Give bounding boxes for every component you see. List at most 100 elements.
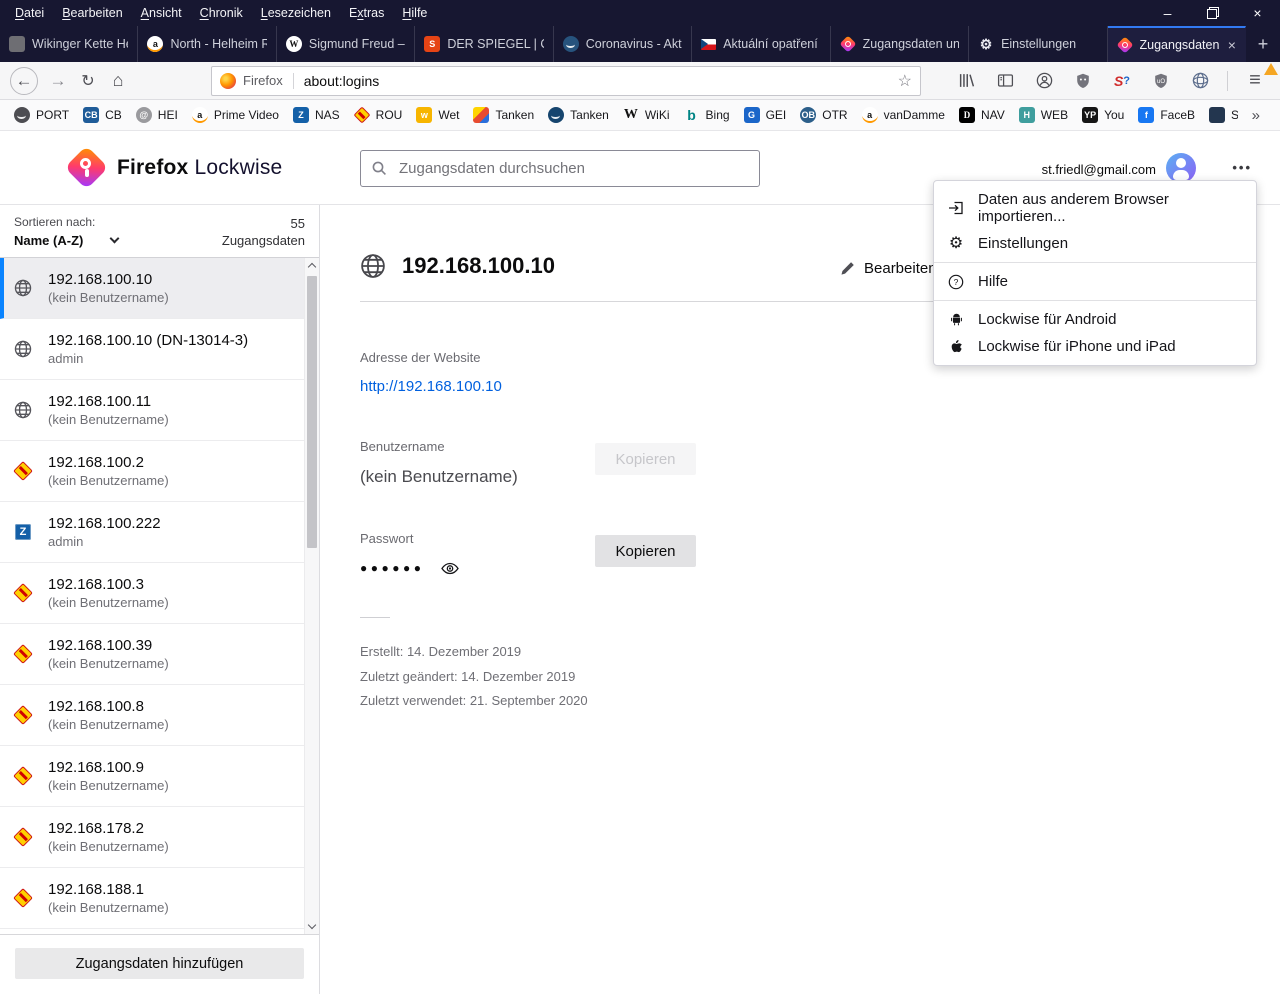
close-button[interactable]: ×: [1235, 0, 1280, 26]
login-list-item[interactable]: 192.168.100.9(kein Benutzername): [0, 746, 319, 807]
search-engine-chip: Firefox: [220, 73, 283, 89]
home-button[interactable]: [103, 66, 133, 96]
scrollbar[interactable]: [304, 258, 319, 934]
menubar-item[interactable]: Ansicht: [132, 5, 191, 21]
menubar-item[interactable]: Bearbeiten: [53, 5, 131, 21]
menubar-item[interactable]: Hilfe: [393, 5, 436, 21]
fritz-icon: [14, 462, 32, 480]
back-button[interactable]: [10, 67, 38, 95]
bookmark-item[interactable]: YPYou: [1076, 105, 1130, 125]
bookmark-item[interactable]: fFaceB: [1132, 105, 1201, 125]
scrollbar-thumb[interactable]: [307, 276, 317, 548]
sidebar-toggle-icon[interactable]: [990, 66, 1020, 96]
bookmark-item[interactable]: ZNAS: [287, 105, 346, 125]
browser-tab[interactable]: Wikinger Kette He: [0, 26, 138, 62]
menubar-item[interactable]: Lesezeichen: [252, 5, 340, 21]
menu-item[interactable]: Lockwise für Android: [934, 306, 1256, 333]
tab-bar: Wikinger Kette HeaNorth - Helheim RWSigm…: [0, 26, 1280, 62]
menubar-item[interactable]: Datei: [6, 5, 53, 21]
login-list-item[interactable]: 192.168.100.11(kein Benutzername): [0, 380, 319, 441]
browser-tab[interactable]: ⚙Einstellungen: [969, 26, 1107, 62]
menu-item[interactable]: ⚙Einstellungen: [934, 230, 1256, 257]
login-list-item[interactable]: 192.168.100.10 (DN-13014-3)admin: [0, 319, 319, 380]
bookmark-item[interactable]: OBOTR: [794, 105, 853, 125]
bookmark-item[interactable]: Samy: [1203, 105, 1238, 125]
bookmark-item[interactable]: avanDamme: [856, 105, 951, 125]
copy-username-button[interactable]: Kopieren: [595, 443, 696, 475]
library-icon[interactable]: [951, 66, 981, 96]
menu-separator: [934, 262, 1256, 263]
shield-extension-icon[interactable]: [1068, 66, 1098, 96]
bookmark-label: OTR: [822, 108, 847, 122]
bookmark-label: Tanken: [570, 108, 609, 122]
login-list-item[interactable]: 192.168.188.1(kein Benutzername): [0, 868, 319, 929]
more-options-button[interactable]: •••: [1232, 160, 1252, 175]
forward-button[interactable]: [43, 66, 73, 96]
menubar-item[interactable]: Extras: [340, 5, 393, 21]
login-list-item[interactable]: Z192.168.100.222admin: [0, 502, 319, 563]
browser-tab[interactable]: Zugangsdaten und: [831, 26, 969, 62]
new-tab-button[interactable]: +: [1246, 26, 1280, 62]
scroll-down-icon[interactable]: [308, 921, 316, 929]
s-extension-icon[interactable]: S?: [1107, 66, 1137, 96]
bookmark-label: NAV: [981, 108, 1005, 122]
account-avatar[interactable]: [1166, 153, 1196, 183]
login-list-item[interactable]: 192.168.100.10(kein Benutzername): [0, 258, 319, 319]
login-list-item[interactable]: 192.168.100.39(kein Benutzername): [0, 624, 319, 685]
login-text: 192.168.100.3(kein Benutzername): [48, 575, 169, 612]
bookmark-item[interactable]: aPrime Video: [186, 105, 285, 125]
scroll-up-icon[interactable]: [308, 263, 316, 271]
browser-tab[interactable]: SDER SPIEGEL | Onli: [415, 26, 553, 62]
sort-select[interactable]: Name (A-Z): [14, 233, 118, 248]
menubar-item[interactable]: Chronik: [191, 5, 252, 21]
menu-item[interactable]: ?Hilfe: [934, 268, 1256, 295]
login-list-item[interactable]: 192.168.178.2(kein Benutzername): [0, 807, 319, 868]
login-list-item[interactable]: 192.168.100.3(kein Benutzername): [0, 563, 319, 624]
url-bar[interactable]: Firefox about:logins: [211, 66, 921, 96]
copy-password-button[interactable]: Kopieren: [595, 535, 696, 567]
browser-tab[interactable]: aNorth - Helheim R: [138, 26, 276, 62]
bookmark-item[interactable]: @HEI: [130, 105, 184, 125]
reveal-password-eye-icon[interactable]: [441, 562, 459, 575]
bookmark-item[interactable]: wWet: [410, 105, 465, 125]
bookmark-item[interactable]: DNAV: [953, 105, 1011, 125]
fritzbox-favicon: [353, 107, 370, 124]
last-used-timestamp: Zuletzt verwendet: 21. September 2020: [360, 689, 1280, 714]
bookmark-item[interactable]: ROU: [348, 105, 409, 125]
bookmark-item[interactable]: bBing: [678, 105, 736, 125]
menu-item[interactable]: Lockwise für iPhone und iPad: [934, 333, 1256, 360]
bookmark-star-icon[interactable]: [898, 71, 912, 91]
bookmark-item[interactable]: WWiKi: [617, 105, 676, 125]
bookmarks-overflow-chevron[interactable]: »: [1240, 107, 1272, 124]
add-login-button[interactable]: Zugangsdaten hinzufügen: [15, 948, 304, 979]
search-input[interactable]: [360, 150, 760, 187]
sort-row: Sortieren nach: Name (A-Z) 55 Zugangsdat…: [0, 205, 319, 258]
tab-close-icon[interactable]: ×: [1228, 37, 1236, 53]
username-value: (kein Benutzername): [360, 467, 780, 487]
minimize-button[interactable]: –: [1145, 0, 1190, 26]
browser-tab-active[interactable]: Zugangsdaten×: [1108, 26, 1246, 62]
bookmark-item[interactable]: Tanken: [467, 105, 540, 125]
bookmark-item[interactable]: HWEB: [1013, 105, 1074, 125]
bookmark-item[interactable]: PORT: [8, 105, 75, 125]
hamburger-menu-icon[interactable]: [1240, 66, 1270, 96]
browser-tab[interactable]: Aktuální opatření: [692, 26, 830, 62]
bookmark-item[interactable]: Tanken: [542, 105, 615, 125]
bookmark-item[interactable]: GGEI: [738, 105, 793, 125]
login-list-item[interactable]: 192.168.100.8(kein Benutzername): [0, 685, 319, 746]
bookmark-label: Tanken: [495, 108, 534, 122]
bookmark-item[interactable]: CBCB: [77, 105, 128, 125]
login-list-item[interactable]: 192.168.100.2(kein Benutzername): [0, 441, 319, 502]
browser-tab[interactable]: Coronavirus - Akt: [554, 26, 692, 62]
account-icon[interactable]: [1029, 66, 1059, 96]
title-bar: DateiBearbeitenAnsichtChronikLesezeichen…: [0, 0, 1280, 26]
reload-button[interactable]: [73, 66, 103, 96]
menu-item[interactable]: Daten aus anderem Browser importieren...: [934, 186, 1256, 230]
edit-button[interactable]: Bearbeiten: [840, 260, 937, 277]
browser-tab[interactable]: WSigmund Freud – W: [277, 26, 415, 62]
ublock-icon[interactable]: uO: [1146, 66, 1176, 96]
origin-link[interactable]: http://192.168.100.10: [360, 378, 1280, 395]
login-text: 192.168.100.39(kein Benutzername): [48, 636, 169, 673]
noscript-globe-icon[interactable]: [1185, 66, 1215, 96]
restore-button[interactable]: [1190, 0, 1235, 26]
